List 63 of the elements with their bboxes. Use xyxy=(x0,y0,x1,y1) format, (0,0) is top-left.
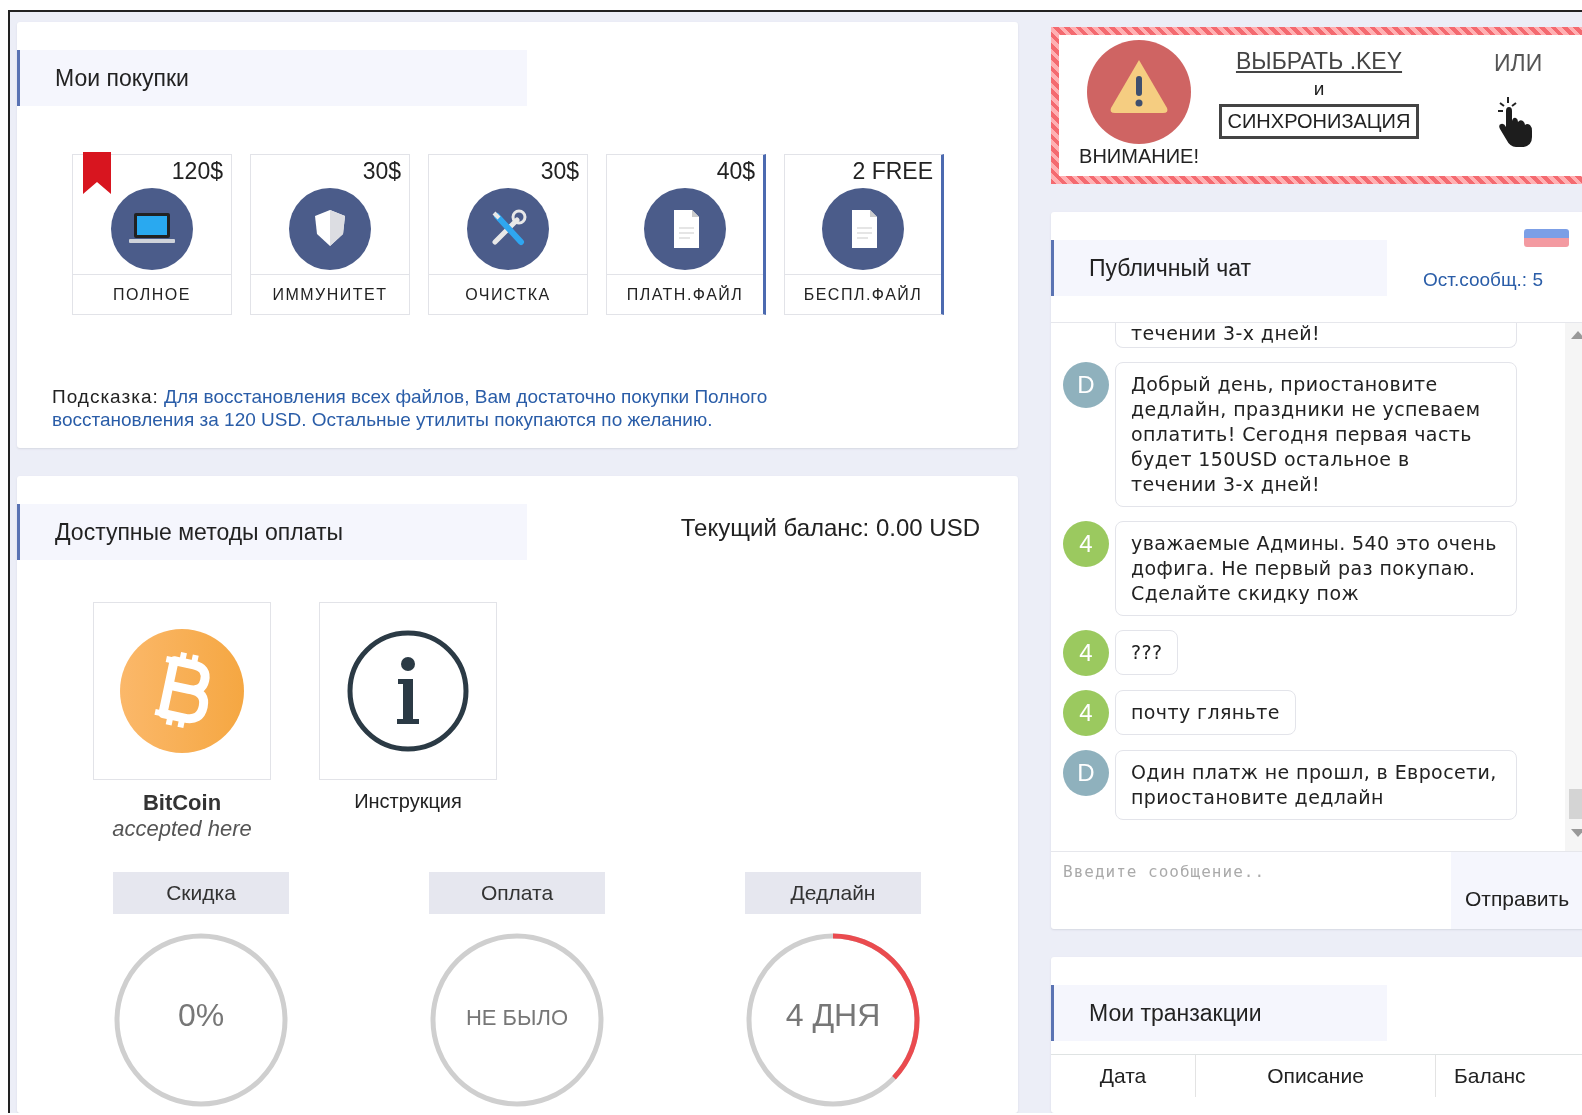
message-bubble: уважаемые Админы. 540 это очень дофига. Не первый раз покупаю. Сделайте скидку пож xyxy=(1115,521,1517,616)
column-header: Дата xyxy=(1051,1055,1196,1097)
select-key-link[interactable]: ВЫБРАТЬ .KEY xyxy=(1235,48,1403,75)
method-name: BitCoin xyxy=(142,790,222,816)
sync-button[interactable]: СИНХРОНИЗАЦИЯ xyxy=(1218,104,1420,139)
product-tile[interactable]: 40$ ПЛАТН.ФАЙЛ xyxy=(606,154,766,315)
column-header: Баланс xyxy=(1453,1063,1527,1089)
price-label: 2 FREE xyxy=(852,158,933,185)
flag-icon[interactable] xyxy=(1524,229,1569,247)
stat-label: Оплата xyxy=(429,872,605,914)
message-bubble: течении 3-х дней! xyxy=(1115,323,1517,348)
price-label: 30$ xyxy=(540,158,579,185)
payment-method-tile[interactable] xyxy=(93,602,271,780)
column-header: Описание xyxy=(1196,1055,1436,1097)
stat-label: Скидка xyxy=(113,872,289,914)
price-label: 30$ xyxy=(362,158,401,185)
method-note: accepted here xyxy=(112,816,252,842)
remaining-messages: Ост.сообщ.: 5 xyxy=(1423,269,1543,291)
product-tile[interactable]: 30$ ИММУНИТЕТ xyxy=(250,154,410,315)
message-bubble: ??? xyxy=(1115,630,1179,675)
message-bubble: почту гляньте xyxy=(1115,690,1296,735)
section-header: Мои транзакции xyxy=(1051,985,1387,1041)
document-icon xyxy=(822,188,904,270)
section-header: Доступные методы оплаты xyxy=(17,504,527,560)
warning-caption: ВНИМАНИЕ! xyxy=(1079,145,1199,168)
laptop-icon xyxy=(111,188,193,270)
message-input[interactable]: Введите сообщение.. xyxy=(1051,852,1451,891)
product-tile[interactable]: 2 FREE БЕСПЛ.ФАЙЛ xyxy=(784,154,944,315)
ring-value: НЕ БЫЛО xyxy=(464,1005,570,1031)
or-text: ИЛИ xyxy=(1494,50,1543,77)
product-label: ПЛАТН.ФАЙЛ xyxy=(625,284,745,305)
product-label: ИММУНИТЕТ xyxy=(271,284,389,305)
price-label: 120$ xyxy=(171,158,223,185)
message-bubble: Добрый день, приостановите дедлайн, праздники не успеваем оплатить! Сегодня первая часть будет 150USD остальное в течении 3-х дней! xyxy=(1115,362,1517,507)
warning-icon xyxy=(1087,40,1191,144)
tools-icon xyxy=(467,188,549,270)
avatar: 4 xyxy=(1063,690,1109,736)
section-header: Мои покупки xyxy=(17,50,527,106)
avatar: D xyxy=(1063,362,1109,408)
method-name: Инструкция xyxy=(354,790,462,813)
info-icon xyxy=(346,629,470,753)
product-label: ОЧИСТКА xyxy=(464,284,552,305)
avatar: D xyxy=(1063,750,1109,796)
ring-value: 0% xyxy=(176,997,226,1034)
section-header: Публичный чат xyxy=(1051,240,1387,296)
product-label: БЕСПЛ.ФАЙЛ xyxy=(802,284,924,305)
shield-icon xyxy=(289,188,371,270)
price-label: 40$ xyxy=(716,158,755,185)
product-tile[interactable]: 30$ ОЧИСТКА xyxy=(428,154,588,315)
hint-text: Подсказка: Для восстановления всех файлов, Вам достаточно покупки Полного восстановления за 120 USD. Остальные утилиты покупаются по желанию. xyxy=(52,385,769,431)
document-icon xyxy=(644,188,726,270)
product-tile[interactable]: 120$ ПОЛНОЕ xyxy=(72,154,232,315)
bitcoin-icon xyxy=(120,629,244,753)
ring-value: 4 ДНЯ xyxy=(784,997,882,1034)
avatar: 4 xyxy=(1063,521,1109,567)
balance-text: Текущий баланс: 0.00 USD xyxy=(680,514,980,542)
avatar: 4 xyxy=(1063,630,1109,676)
payment-method-tile[interactable] xyxy=(319,602,497,780)
message-bubble: Один платж не прошл, в Евросети, приостановите дедлайн xyxy=(1115,750,1517,820)
send-button[interactable]: Отправить xyxy=(1451,852,1582,929)
conjunction-text: и xyxy=(1313,78,1325,100)
stat-label: Дедлайн xyxy=(745,872,921,914)
product-label: ПОЛНОЕ xyxy=(112,284,192,305)
